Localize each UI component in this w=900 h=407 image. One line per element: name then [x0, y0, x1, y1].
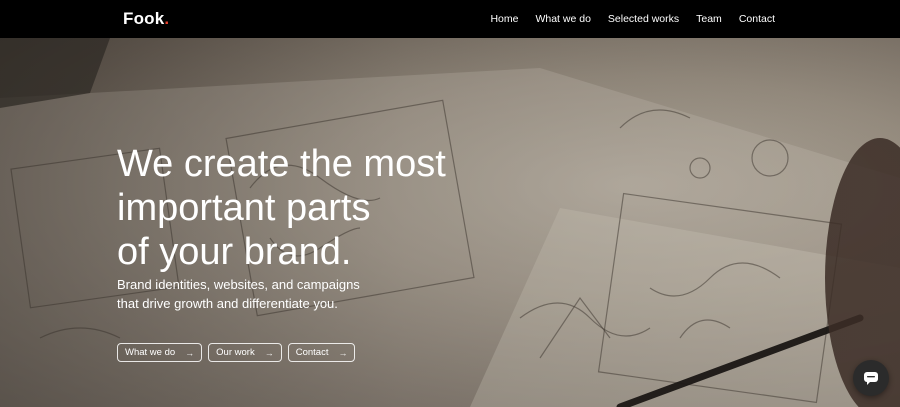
logo-dot: . [164, 9, 170, 28]
nav-what-we-do[interactable]: What we do [535, 13, 590, 25]
nav-home[interactable]: Home [490, 13, 518, 25]
hero-heading-line: We create the most [117, 143, 446, 185]
button-label: What we do [125, 347, 176, 358]
arrow-right-icon: → [185, 347, 195, 358]
chat-button[interactable] [853, 360, 889, 396]
button-label: Our work [216, 347, 255, 358]
hero-heading-line: of your brand. [117, 231, 352, 273]
arrow-right-icon: → [264, 347, 274, 358]
hero-subheading-line: that drive growth and differentiate you. [117, 296, 338, 311]
hero-cta-row: What we do → Our work → Contact → [117, 343, 356, 362]
chat-bubble-icon [864, 372, 878, 385]
our-work-button[interactable]: Our work → [208, 343, 282, 362]
page: Fook. Home What we do Selected works Tea… [0, 0, 900, 407]
arrow-right-icon: → [338, 347, 348, 358]
hero-heading: We create the most important parts of yo… [117, 142, 537, 274]
logo-text: Fook [123, 9, 165, 28]
button-label: Contact [295, 347, 329, 358]
what-we-do-button[interactable]: What we do → [117, 343, 203, 362]
navbar: Fook. Home What we do Selected works Tea… [0, 0, 900, 38]
hero-subheading-line: Brand identities, websites, and campaign… [117, 277, 360, 292]
logo[interactable]: Fook. [123, 9, 169, 29]
contact-button[interactable]: Contact → [287, 343, 356, 362]
nav-selected-works[interactable]: Selected works [608, 13, 679, 25]
hero-subheading: Brand identities, websites, and campaign… [117, 275, 417, 313]
hero-heading-line: important parts [117, 187, 371, 229]
nav-contact[interactable]: Contact [739, 13, 775, 25]
nav-team[interactable]: Team [696, 13, 722, 25]
main-nav: Home What we do Selected works Team Cont… [490, 0, 775, 38]
